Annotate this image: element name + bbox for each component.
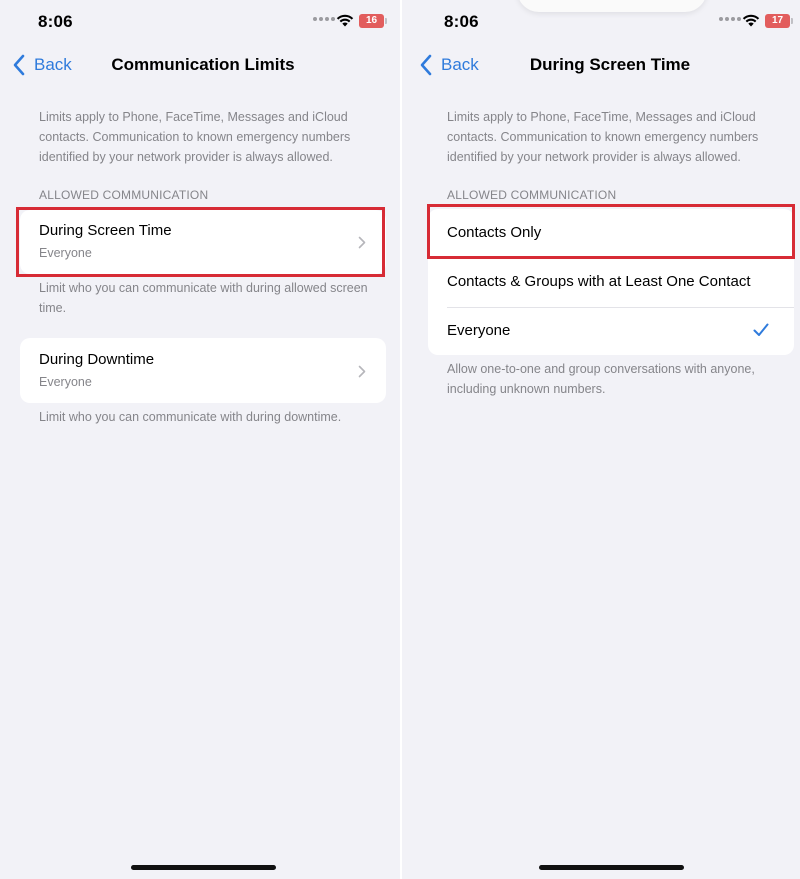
option-contacts-and-groups[interactable]: Contacts & Groups with at Least One Cont… <box>428 258 794 307</box>
highlight-box <box>427 204 795 259</box>
status-time: 8:06 <box>38 12 73 31</box>
highlight-box <box>16 207 385 277</box>
wifi-icon <box>336 14 354 27</box>
signal-dots-icon <box>313 17 335 21</box>
option-label: Everyone <box>447 322 511 339</box>
home-indicator <box>131 865 276 870</box>
row-title: During Downtime <box>39 351 155 368</box>
limits-description: Limits apply to Phone, FaceTime, Message… <box>39 110 351 164</box>
section-header-allowed-communication: ALLOWED COMMUNICATION <box>447 188 617 202</box>
signal-dots-icon <box>719 17 741 21</box>
home-indicator <box>539 865 684 870</box>
downtime-footer: Limit who you can communicate with durin… <box>39 410 342 424</box>
checkmark-icon <box>753 323 769 336</box>
screen-time-footer: Limit who you can communicate with durin… <box>39 281 368 315</box>
during-downtime-row[interactable]: During Downtime Everyone <box>20 338 386 403</box>
dynamic-island-overlay <box>517 0 707 12</box>
row-value: Everyone <box>39 375 92 389</box>
status-time: 8:06 <box>444 12 479 31</box>
everyone-footer: Allow one-to-one and group conversations… <box>447 362 755 396</box>
option-everyone[interactable]: Everyone <box>428 307 794 356</box>
chevron-right-icon <box>358 365 366 378</box>
page-title: During Screen Time <box>529 55 691 74</box>
during-screen-time-screen: 8:06 17 Back During Screen Time Limits a… <box>400 0 800 879</box>
wifi-icon <box>742 14 760 27</box>
option-label: Contacts & Groups with at Least One Cont… <box>447 273 751 290</box>
battery-icon: 16 <box>359 14 387 28</box>
section-header-allowed-communication: ALLOWED COMMUNICATION <box>39 188 209 202</box>
battery-icon: 17 <box>765 14 793 28</box>
page-title: Communication Limits <box>111 55 295 74</box>
limits-description: Limits apply to Phone, FaceTime, Message… <box>447 110 759 164</box>
communication-limits-screen: 8:06 16 Back Communication Limits Limits… <box>0 0 400 879</box>
